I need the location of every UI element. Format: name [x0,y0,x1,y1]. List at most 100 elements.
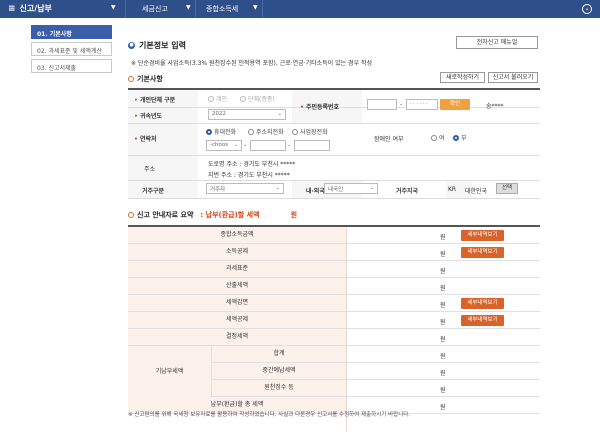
row-unit: 원 [440,353,446,360]
taxpayer-name: 송**** [486,103,504,110]
row-label: 종합소득금액 [128,227,346,243]
rrn-confirm-button[interactable]: 확인 [440,99,470,110]
table-row: 산출세액 원 [128,278,540,295]
row-unit: 원 [440,251,446,258]
phone-dash: - [288,142,291,149]
org-type-individual-radio[interactable]: 개인 [208,94,227,103]
page-title-text: 기본정보 입력 [139,41,186,50]
basic-info-heading-text: 기본사항 [137,75,163,83]
row-divider [128,155,540,156]
nationality-select[interactable]: 내국인 ⌄ [324,183,378,194]
phone-dash: - [244,142,247,149]
divider [262,0,263,18]
row-label: 결정세액 [128,329,346,345]
chevron-down-icon[interactable]: ▼ [186,4,191,11]
table-row: 과세표준 원 [128,261,540,278]
row-unit: 원 [440,387,446,394]
row-label: 원천징수 등 [212,380,346,396]
row-unit: 원 [440,234,446,241]
step-sidebar: 01. 기본사항 02. 과세표준 및 세액계산 03. 신고서제출 [31,25,112,76]
summary-unit: 원 [290,211,298,219]
address-label: 주소 [144,166,156,173]
table-row: 결정세액 원 [128,329,540,346]
top-navigation-bar: ≡ 신고/납부 ▼ 세금신고 ▼ 종합소득세 ▼ ⌄ [0,0,600,18]
row-unit: 원 [440,370,446,377]
contact-address-phone-radio[interactable]: 주소지전화 [248,127,284,136]
row-label: 세액감면 [128,295,346,311]
country-select-button[interactable]: 선택 [496,183,518,194]
basic-info-form: • 개인단체 구분 개인 단체(종중) • 귀속년도 2022 ⌄ • 주민등록번… [128,88,540,199]
view-details-button[interactable]: 세부내역보기 [461,298,504,309]
disabled-no-radio[interactable]: 부 [453,133,467,142]
chevron-down-icon[interactable]: ▼ [253,4,258,11]
rrn-dash: - [400,101,403,108]
phone-last-input[interactable] [294,140,330,151]
summary-table: 종합소득금액 원 세부내역보기 소득공제 원 세부내역보기 과세표준 원 산출세… [128,225,540,431]
load-form-button[interactable]: 신고서 불러오기 [488,72,538,83]
disabled-yes-radio[interactable]: 여 [431,133,445,142]
view-details-button[interactable]: 세부내역보기 [461,315,504,326]
road-address: 도로명 주소 : 경기도 부천시 ***** [208,161,296,168]
country-code: KR [448,186,457,193]
row-label: 산출세액 [128,278,346,294]
row-unit: 원 [440,285,446,292]
row-divider [128,198,540,199]
table-row: 소득공제 원 세부내역보기 [128,244,540,261]
row-divider [128,123,540,124]
country-name: 대한민국 [465,188,488,195]
table-row: 세액공제 원 세부내역보기 [128,312,540,329]
org-type-label: • 개인단체 구분 [134,97,176,104]
chevron-down-icon[interactable]: ▼ [111,4,116,11]
residence-country-label: 거주지국 [396,188,419,195]
hamburger-icon: ≡ [8,3,16,14]
row-unit: 원 [440,336,446,343]
phone-middle-input[interactable] [250,140,286,151]
contact-mobile-radio[interactable]: 휴대전화 [206,127,236,136]
step-basic-info[interactable]: 01. 기본사항 [31,25,112,39]
new-form-button[interactable]: 새로작성하기 [440,72,485,83]
bullet-icon: ● [128,42,135,49]
view-details-button[interactable]: 세부내역보기 [461,230,504,241]
step-submit[interactable]: 03. 신고서제출 [31,59,112,73]
row-label: 과세표준 [128,261,346,277]
row-label: 합계 [212,346,346,362]
year-select[interactable]: 2022 ⌄ [208,109,286,120]
summary-title: 신고 안내자료 요약 [137,211,194,219]
chevron-down-icon: ⌄ [369,185,374,191]
table-row: 세액감면 원 세부내역보기 [128,295,540,312]
breadcrumb-income-tax[interactable]: 종합소득세 [206,4,238,14]
contact-label: • 연락처 [134,136,157,143]
org-type-group-radio[interactable]: 단체(종중) [240,94,275,103]
phone-prefix-select[interactable]: -choos ⌄ [206,140,242,151]
row-divider [128,180,540,181]
row-label: 중간예납세액 [212,363,346,379]
chevron-down-icon: ⌄ [277,111,282,117]
page-title: ● 기본정보 입력 [128,40,186,51]
bullet-icon [128,212,134,218]
year-label: • 귀속년도 [134,113,163,120]
disabled-label: 장애인 여부 [374,136,404,143]
view-details-button[interactable]: 세부내역보기 [461,247,504,258]
prepaid-tax-group-label: 기납부세액 [128,346,212,397]
row-label: 소득공제 [128,244,346,260]
rrn-front-input[interactable] [367,99,397,110]
basic-info-heading: 기본사항 [128,74,163,84]
contact-business-phone-radio[interactable]: 사업장전화 [292,127,328,136]
residence-label: 거주구분 [142,188,165,195]
footnote: ※ 신고편의를 위해 국세청 보유자료를 활용하여 작성하였습니다. 사실과 다… [128,412,411,418]
row-unit: 원 [440,302,446,309]
breadcrumb-tax-filing[interactable]: 세금신고 [142,4,168,14]
rrn-label: • 주민등록번호 [300,104,340,111]
lot-address: 지번 주소 : 경기도 부천시 ***** [208,172,290,179]
e-filing-manual-button[interactable]: 전자신고 매뉴얼 [456,36,538,49]
rrn-back-input[interactable]: · · · · · · [406,99,438,110]
chevron-down-icon: ⌄ [275,185,280,191]
chevron-down-icon: ⌄ [233,142,238,148]
step-tax-calculation[interactable]: 02. 과세표준 및 세액계산 [31,42,112,56]
residence-select[interactable]: 거주자 ⌄ [206,183,284,194]
main-menu[interactable]: ≡ 신고/납부 [8,3,52,14]
expand-circle-icon[interactable]: ⌄ [582,4,592,14]
bullet-icon [128,76,134,82]
summary-subtitle: : 납부(환급)할 세액 [200,211,260,219]
row-unit: 원 [440,268,446,275]
